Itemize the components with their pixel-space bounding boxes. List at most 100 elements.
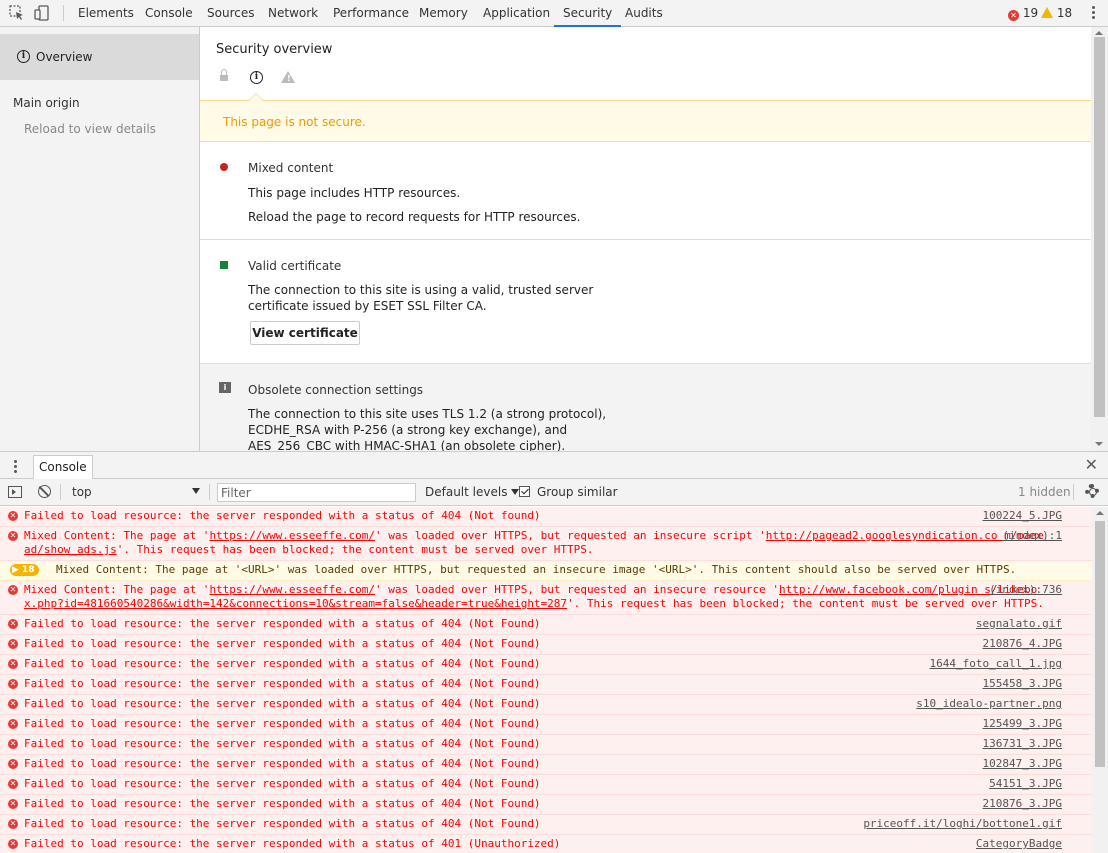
tab-security[interactable]: Security — [553, 0, 622, 27]
error-icon: ✕ — [8, 659, 18, 669]
console-error-row[interactable]: ✕ Failed to load resource: the server res… — [0, 715, 1092, 735]
error-icon: ✕ — [8, 679, 18, 689]
console-error-row[interactable]: ✕ Failed to load resource: the server res… — [0, 635, 1092, 655]
group-similar-checkbox[interactable] — [519, 486, 530, 497]
source-link[interactable]: segnalato.gif — [976, 617, 1062, 631]
console-error-row[interactable]: ✕ Mixed Content: The page at 'https://www… — [0, 527, 1092, 561]
error-icon: ✕ — [8, 585, 18, 595]
context-selector[interactable]: top — [62, 482, 204, 502]
scroll-down-icon[interactable] — [1095, 442, 1103, 446]
error-icon: ✕ — [8, 639, 18, 649]
console-error-row[interactable]: ✕ Failed to load resource: the server res… — [0, 655, 1092, 675]
scroll-up-icon[interactable] — [1096, 511, 1104, 515]
certificate-section: Valid certificate The connection to this… — [200, 240, 1091, 364]
url-link[interactable]: https://www.esseeffe.com/ — [209, 529, 375, 542]
console-error-row[interactable]: ✕ Failed to load resource: the server res… — [0, 675, 1092, 695]
hidden-count: 1 hidden — [1018, 485, 1071, 499]
console-error-row[interactable]: ✕ Failed to load resource: the server res… — [0, 615, 1092, 635]
console-error-row[interactable]: ✕ Failed to load resource: the server res… — [0, 775, 1092, 795]
tab-sources[interactable]: Sources — [207, 0, 254, 26]
more-options-icon[interactable] — [1092, 6, 1096, 20]
clear-console-icon[interactable] — [38, 485, 51, 498]
console-message-text: Failed to load resource: the server resp… — [24, 677, 541, 690]
source-link[interactable]: 210876_3.JPG — [983, 797, 1062, 811]
devtools-toolbar: Elements Console Sources Network Perform… — [0, 0, 1108, 27]
console-message-text: Failed to load resource: the server resp… — [24, 757, 541, 770]
sidebar-item-overview[interactable]: i Overview — [0, 34, 199, 80]
tab-audits[interactable]: Audits — [625, 0, 663, 26]
message-fragment: '. This request has been blocked; the co… — [567, 597, 1044, 610]
close-icon[interactable]: ✕ — [1085, 457, 1098, 473]
tab-memory[interactable]: Memory — [419, 0, 468, 26]
tab-application[interactable]: Application — [483, 0, 550, 26]
source-link[interactable]: s10_idealo-partner.png — [916, 697, 1062, 711]
inspect-element-icon[interactable] — [9, 5, 25, 21]
console-error-row[interactable]: ✕ Failed to load resource: the server res… — [0, 835, 1092, 853]
console-message-text: Mixed Content: The page at 'https://www.… — [24, 529, 1044, 556]
error-icon: ✕ — [8, 619, 18, 629]
source-link[interactable]: 210876_4.JPG — [983, 637, 1062, 651]
scroll-up-icon[interactable] — [1095, 31, 1103, 35]
source-link[interactable]: priceoff.it/loghi/bottone1.gif — [863, 817, 1062, 831]
error-counter[interactable]: ✕ 19 — [1008, 0, 1038, 27]
error-icon: ✕ — [8, 511, 18, 521]
console-error-row[interactable]: ✕ Failed to load resource: the server res… — [0, 507, 1092, 527]
source-link[interactable]: 1644_foto_call_1.jpg — [930, 657, 1062, 671]
console-scrollbar[interactable] — [1092, 507, 1108, 853]
log-levels-label: Default levels — [425, 485, 508, 499]
console-error-row[interactable]: ✕ Failed to load resource: the server res… — [0, 695, 1092, 715]
toolbar-separator — [209, 484, 210, 500]
tab-console[interactable]: Console — [145, 0, 193, 26]
console-error-row[interactable]: ✕ Failed to load resource: the server res… — [0, 795, 1092, 815]
console-error-row[interactable]: ✕ Failed to load resource: the server res… — [0, 735, 1092, 755]
tab-network[interactable]: Network — [268, 0, 318, 26]
console-error-row[interactable]: ✕ Mixed Content: The page at 'https://www… — [0, 581, 1092, 615]
filter-input[interactable] — [217, 483, 416, 502]
view-certificate-button[interactable]: View certificate — [250, 321, 360, 345]
warning-counter[interactable]: 18 — [1041, 0, 1072, 27]
source-link[interactable]: CategoryBadge — [976, 837, 1062, 851]
source-link[interactable]: 54151_3.JPG — [989, 777, 1062, 791]
drawer-menu-icon[interactable] — [14, 460, 17, 475]
url-link[interactable]: https://www.esseeffe.com/ — [209, 583, 375, 596]
console-toolbar: top Default levels Group similar 1 hidde… — [0, 479, 1108, 506]
source-link[interactable]: 136731_3.JPG — [983, 737, 1062, 751]
connection-section: i Obsolete connection settings The conne… — [200, 364, 1091, 451]
tab-elements[interactable]: Elements — [78, 0, 134, 26]
console-message-text: Failed to load resource: the server resp… — [24, 509, 541, 522]
console-messages: ✕ Failed to load resource: the server res… — [0, 507, 1092, 853]
console-message-text: Failed to load resource: the server resp… — [24, 637, 541, 650]
security-scrollbar[interactable] — [1091, 27, 1108, 451]
section-text: The connection to this site uses TLS 1.2… — [248, 407, 607, 451]
gear-icon[interactable] — [1085, 484, 1099, 498]
mixed-content-section: Mixed content This page includes HTTP re… — [200, 142, 1091, 240]
info-icon: i — [250, 71, 263, 84]
device-toolbar-icon[interactable] — [34, 5, 50, 21]
source-link[interactable]: 155458_3.JPG — [983, 677, 1062, 691]
source-link[interactable]: (index):736 — [989, 583, 1062, 597]
drawer-tab-console[interactable]: Console — [33, 455, 93, 480]
source-link[interactable]: 100224_5.JPG — [983, 509, 1062, 523]
section-heading: Mixed content — [248, 161, 334, 175]
error-icon: ✕ — [8, 719, 18, 729]
error-icon: ✕ — [8, 699, 18, 709]
context-value: top — [72, 485, 92, 499]
console-message-text: Mixed Content: The page at 'https://www.… — [24, 583, 1044, 610]
source-link[interactable]: 102847_3.JPG — [983, 757, 1062, 771]
console-error-row[interactable]: ✕ Failed to load resource: the server res… — [0, 815, 1092, 835]
sidebar-item-label: Overview — [36, 50, 93, 64]
console-message-text: Failed to load resource: the server resp… — [24, 717, 541, 730]
console-error-row[interactable]: ✕ Failed to load resource: the server res… — [0, 755, 1092, 775]
repeat-count-badge[interactable]: ▶ 18 — [10, 564, 39, 576]
toolbar-separator — [1073, 484, 1074, 500]
source-link[interactable]: 125499_3.JPG — [983, 717, 1062, 731]
section-heading: Obsolete connection settings — [248, 383, 424, 397]
scrollbar-thumb[interactable] — [1095, 521, 1105, 767]
error-icon: ✕ — [1008, 10, 1019, 21]
console-sidebar-icon[interactable] — [8, 486, 22, 498]
tab-performance[interactable]: Performance — [333, 0, 409, 26]
source-link[interactable]: (index):1 — [1002, 529, 1062, 543]
scrollbar-thumb[interactable] — [1094, 37, 1105, 417]
log-levels-dropdown[interactable]: Default levels — [425, 479, 520, 505]
console-warning-row[interactable]: ▶ 18 Mixed Content: The page at '<URL>' w… — [0, 561, 1092, 581]
